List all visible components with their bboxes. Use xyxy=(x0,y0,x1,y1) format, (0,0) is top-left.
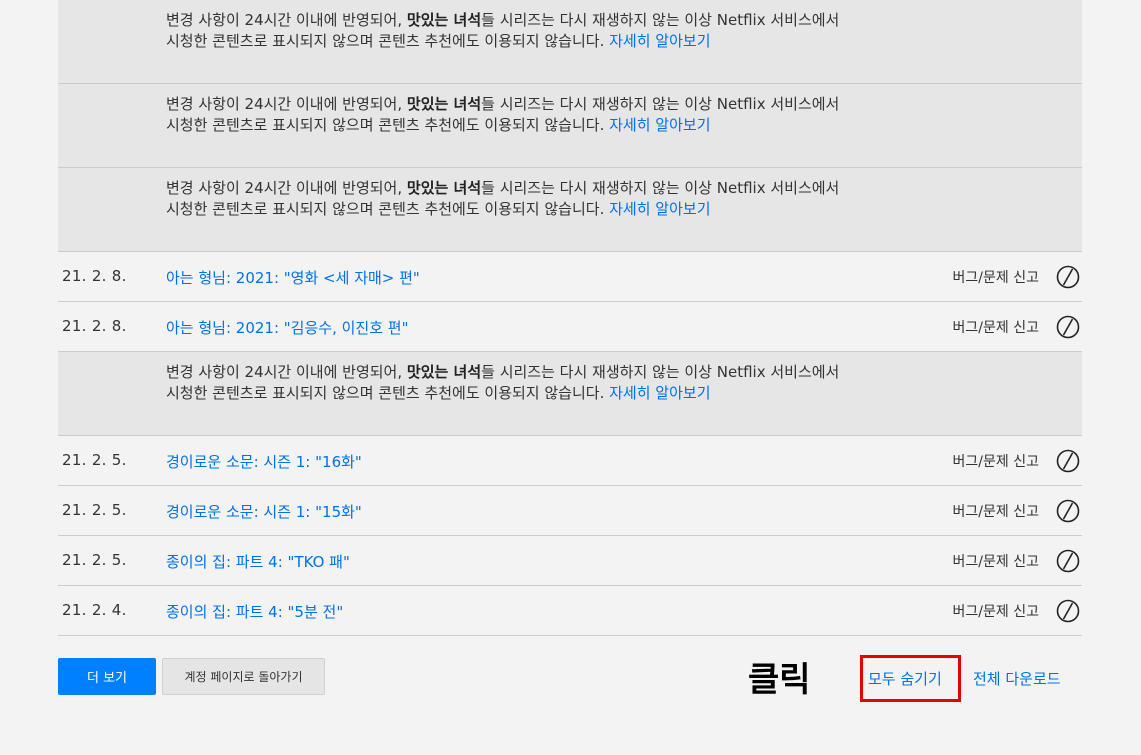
watch-date: 21. 2. 5. xyxy=(62,551,127,569)
hidden-notice-row: 변경 사항이 24시간 이내에 반영되어, 맛있는 녀석들 시리즈는 다시 재생… xyxy=(58,168,1082,252)
report-problem-link[interactable]: 버그/문제 신고 xyxy=(953,551,1039,571)
hidden-notice-text: 변경 사항이 24시간 이내에 반영되어, 맛있는 녀석들 시리즈는 다시 재생… xyxy=(166,362,846,404)
hide-from-history-icon[interactable] xyxy=(1056,265,1080,289)
title-link[interactable]: 경이로운 소문: 시즌 1: "16화" xyxy=(166,451,362,472)
watch-date: 21. 2. 8. xyxy=(62,267,127,285)
learn-more-link[interactable]: 자세히 알아보기 xyxy=(609,200,710,218)
report-problem-link[interactable]: 버그/문제 신고 xyxy=(953,451,1039,471)
hide-from-history-icon[interactable] xyxy=(1056,499,1080,523)
title-link[interactable]: 아는 형님: 2021: "김응수, 이진호 편" xyxy=(166,317,409,338)
hidden-notice-text: 변경 사항이 24시간 이내에 반영되어, 맛있는 녀석들 시리즈는 다시 재생… xyxy=(166,178,846,220)
activity-row: 21. 2. 5. 경이로운 소문: 시즌 1: "16화" 버그/문제 신고 xyxy=(58,436,1082,486)
activity-row: 21. 2. 5. 종이의 집: 파트 4: "TKO 패" 버그/문제 신고 xyxy=(58,536,1082,586)
activity-row: 21. 2. 4. 종이의 집: 파트 4: "5분 전" 버그/문제 신고 xyxy=(58,586,1082,636)
click-annotation: 클릭 xyxy=(748,660,811,700)
hidden-notice-text: 변경 사항이 24시간 이내에 반영되어, 맛있는 녀석들 시리즈는 다시 재생… xyxy=(166,10,846,52)
hide-from-history-icon[interactable] xyxy=(1056,449,1080,473)
show-more-button[interactable]: 더 보기 xyxy=(58,658,156,695)
watch-date: 21. 2. 5. xyxy=(62,451,127,469)
hidden-notice-text: 변경 사항이 24시간 이내에 반영되어, 맛있는 녀석들 시리즈는 다시 재생… xyxy=(166,94,846,136)
learn-more-link[interactable]: 자세히 알아보기 xyxy=(609,384,710,402)
activity-row: 21. 2. 8. 아는 형님: 2021: "영화 <세 자매> 편" 버그/… xyxy=(58,252,1082,302)
hidden-notice-row: 변경 사항이 24시간 이내에 반영되어, 맛있는 녀석들 시리즈는 다시 재생… xyxy=(58,84,1082,168)
notice-series-name: 맛있는 녀석 xyxy=(406,179,482,197)
viewing-activity-list: 변경 사항이 24시간 이내에 반영되어, 맛있는 녀석들 시리즈는 다시 재생… xyxy=(58,0,1082,636)
notice-text-part: 변경 사항이 24시간 이내에 반영되어, xyxy=(166,95,407,113)
notice-text-part: 변경 사항이 24시간 이내에 반영되어, xyxy=(166,363,407,381)
notice-series-name: 맛있는 녀석 xyxy=(406,95,482,113)
back-to-account-button[interactable]: 계정 페이지로 돌아가기 xyxy=(162,658,325,695)
hide-from-history-icon[interactable] xyxy=(1056,549,1080,573)
watch-date: 21. 2. 4. xyxy=(62,601,127,619)
activity-row: 21. 2. 5. 경이로운 소문: 시즌 1: "15화" 버그/문제 신고 xyxy=(58,486,1082,536)
watch-date: 21. 2. 5. xyxy=(62,501,127,519)
hide-from-history-icon[interactable] xyxy=(1056,315,1080,339)
report-problem-link[interactable]: 버그/문제 신고 xyxy=(953,317,1039,337)
hide-from-history-icon[interactable] xyxy=(1056,599,1080,623)
notice-text-part: 변경 사항이 24시간 이내에 반영되어, xyxy=(166,179,407,197)
hidden-notice-row: 변경 사항이 24시간 이내에 반영되어, 맛있는 녀석들 시리즈는 다시 재생… xyxy=(58,352,1082,436)
learn-more-link[interactable]: 자세히 알아보기 xyxy=(609,116,710,134)
notice-series-name: 맛있는 녀석 xyxy=(406,11,482,29)
notice-series-name: 맛있는 녀석 xyxy=(406,363,482,381)
hidden-notice-row: 변경 사항이 24시간 이내에 반영되어, 맛있는 녀석들 시리즈는 다시 재생… xyxy=(58,0,1082,84)
title-link[interactable]: 종이의 집: 파트 4: "TKO 패" xyxy=(166,551,350,572)
download-all-link[interactable]: 전체 다운로드 xyxy=(973,668,1061,689)
report-problem-link[interactable]: 버그/문제 신고 xyxy=(953,501,1039,521)
hide-all-link[interactable]: 모두 숨기기 xyxy=(868,668,942,689)
learn-more-link[interactable]: 자세히 알아보기 xyxy=(609,32,710,50)
activity-row: 21. 2. 8. 아는 형님: 2021: "김응수, 이진호 편" 버그/문… xyxy=(58,302,1082,352)
title-link[interactable]: 종이의 집: 파트 4: "5분 전" xyxy=(166,601,343,622)
report-problem-link[interactable]: 버그/문제 신고 xyxy=(953,601,1039,621)
report-problem-link[interactable]: 버그/문제 신고 xyxy=(953,267,1039,287)
activity-footer: 더 보기 계정 페이지로 돌아가기 클릭 모두 숨기기 전체 다운로드 xyxy=(58,655,1082,702)
watch-date: 21. 2. 8. xyxy=(62,317,127,335)
notice-text-part: 변경 사항이 24시간 이내에 반영되어, xyxy=(166,11,407,29)
title-link[interactable]: 경이로운 소문: 시즌 1: "15화" xyxy=(166,501,362,522)
title-link[interactable]: 아는 형님: 2021: "영화 <세 자매> 편" xyxy=(166,267,420,288)
